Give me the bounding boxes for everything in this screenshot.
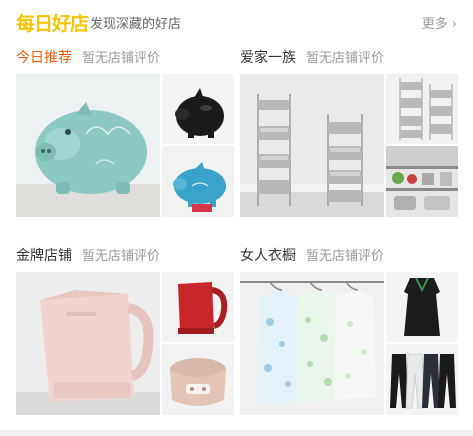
- product-image-pot-stand[interactable]: [386, 74, 458, 144]
- more-link[interactable]: 更多 ›: [422, 16, 457, 34]
- product-image-pot-rack[interactable]: [240, 74, 384, 217]
- chevron-right-icon: ›: [451, 17, 457, 32]
- section-divider: [0, 430, 473, 436]
- shop-name[interactable]: 金牌店铺: [16, 248, 72, 264]
- shop-name[interactable]: 今日推荐: [16, 50, 72, 66]
- shop-card-2[interactable]: 爱家一族 暂无店铺评价: [240, 47, 458, 227]
- product-image-floral-shirts[interactable]: [240, 272, 384, 415]
- shop-review: 暂无店铺评价: [306, 249, 385, 264]
- product-image-kitchen-shelf[interactable]: [386, 146, 458, 217]
- shop-title: 金牌店铺 暂无店铺评价: [16, 245, 160, 265]
- shop-card-1[interactable]: 今日推荐 暂无店铺评价: [16, 47, 234, 227]
- shop-title: 爱家一族 暂无店铺评价: [240, 47, 384, 67]
- product-image-trousers[interactable]: [386, 344, 458, 415]
- shop-name[interactable]: 女人衣橱: [240, 248, 296, 264]
- good-shops-card: 每日好店 发现深藏的好店 更多 › 今日推荐 暂无店铺评价 爱家一族 暂无店铺评…: [0, 0, 473, 436]
- shop-review: 暂无店铺评价: [82, 51, 161, 66]
- product-image-piggy-bank[interactable]: [16, 74, 160, 217]
- product-image-rice-cooker[interactable]: [162, 344, 234, 415]
- shop-review: 暂无店铺评价: [306, 51, 385, 66]
- shop-name[interactable]: 爱家一族: [240, 50, 296, 66]
- shop-title: 女人衣橱 暂无店铺评价: [240, 245, 384, 265]
- product-image-black-piggy-bank[interactable]: [162, 74, 234, 144]
- shop-review: 暂无店铺评价: [82, 249, 161, 264]
- shop-card-3[interactable]: 金牌店铺 暂无店铺评价: [16, 245, 234, 425]
- more-label: 更多: [421, 17, 448, 32]
- product-image-black-dress[interactable]: [386, 272, 458, 342]
- product-image-red-kettle[interactable]: [162, 272, 234, 342]
- shop-card-4[interactable]: 女人衣橱 暂无店铺评价: [240, 245, 458, 425]
- product-image-electric-kettle[interactable]: [16, 272, 160, 415]
- logo[interactable]: 每日好店: [16, 12, 89, 36]
- product-image-blue-piggy-bank[interactable]: [162, 146, 234, 217]
- shop-title: 今日推荐 暂无店铺评价: [16, 47, 160, 67]
- card-header: 每日好店 发现深藏的好店 更多 ›: [0, 0, 473, 44]
- header-subtitle: 发现深藏的好店: [90, 17, 182, 32]
